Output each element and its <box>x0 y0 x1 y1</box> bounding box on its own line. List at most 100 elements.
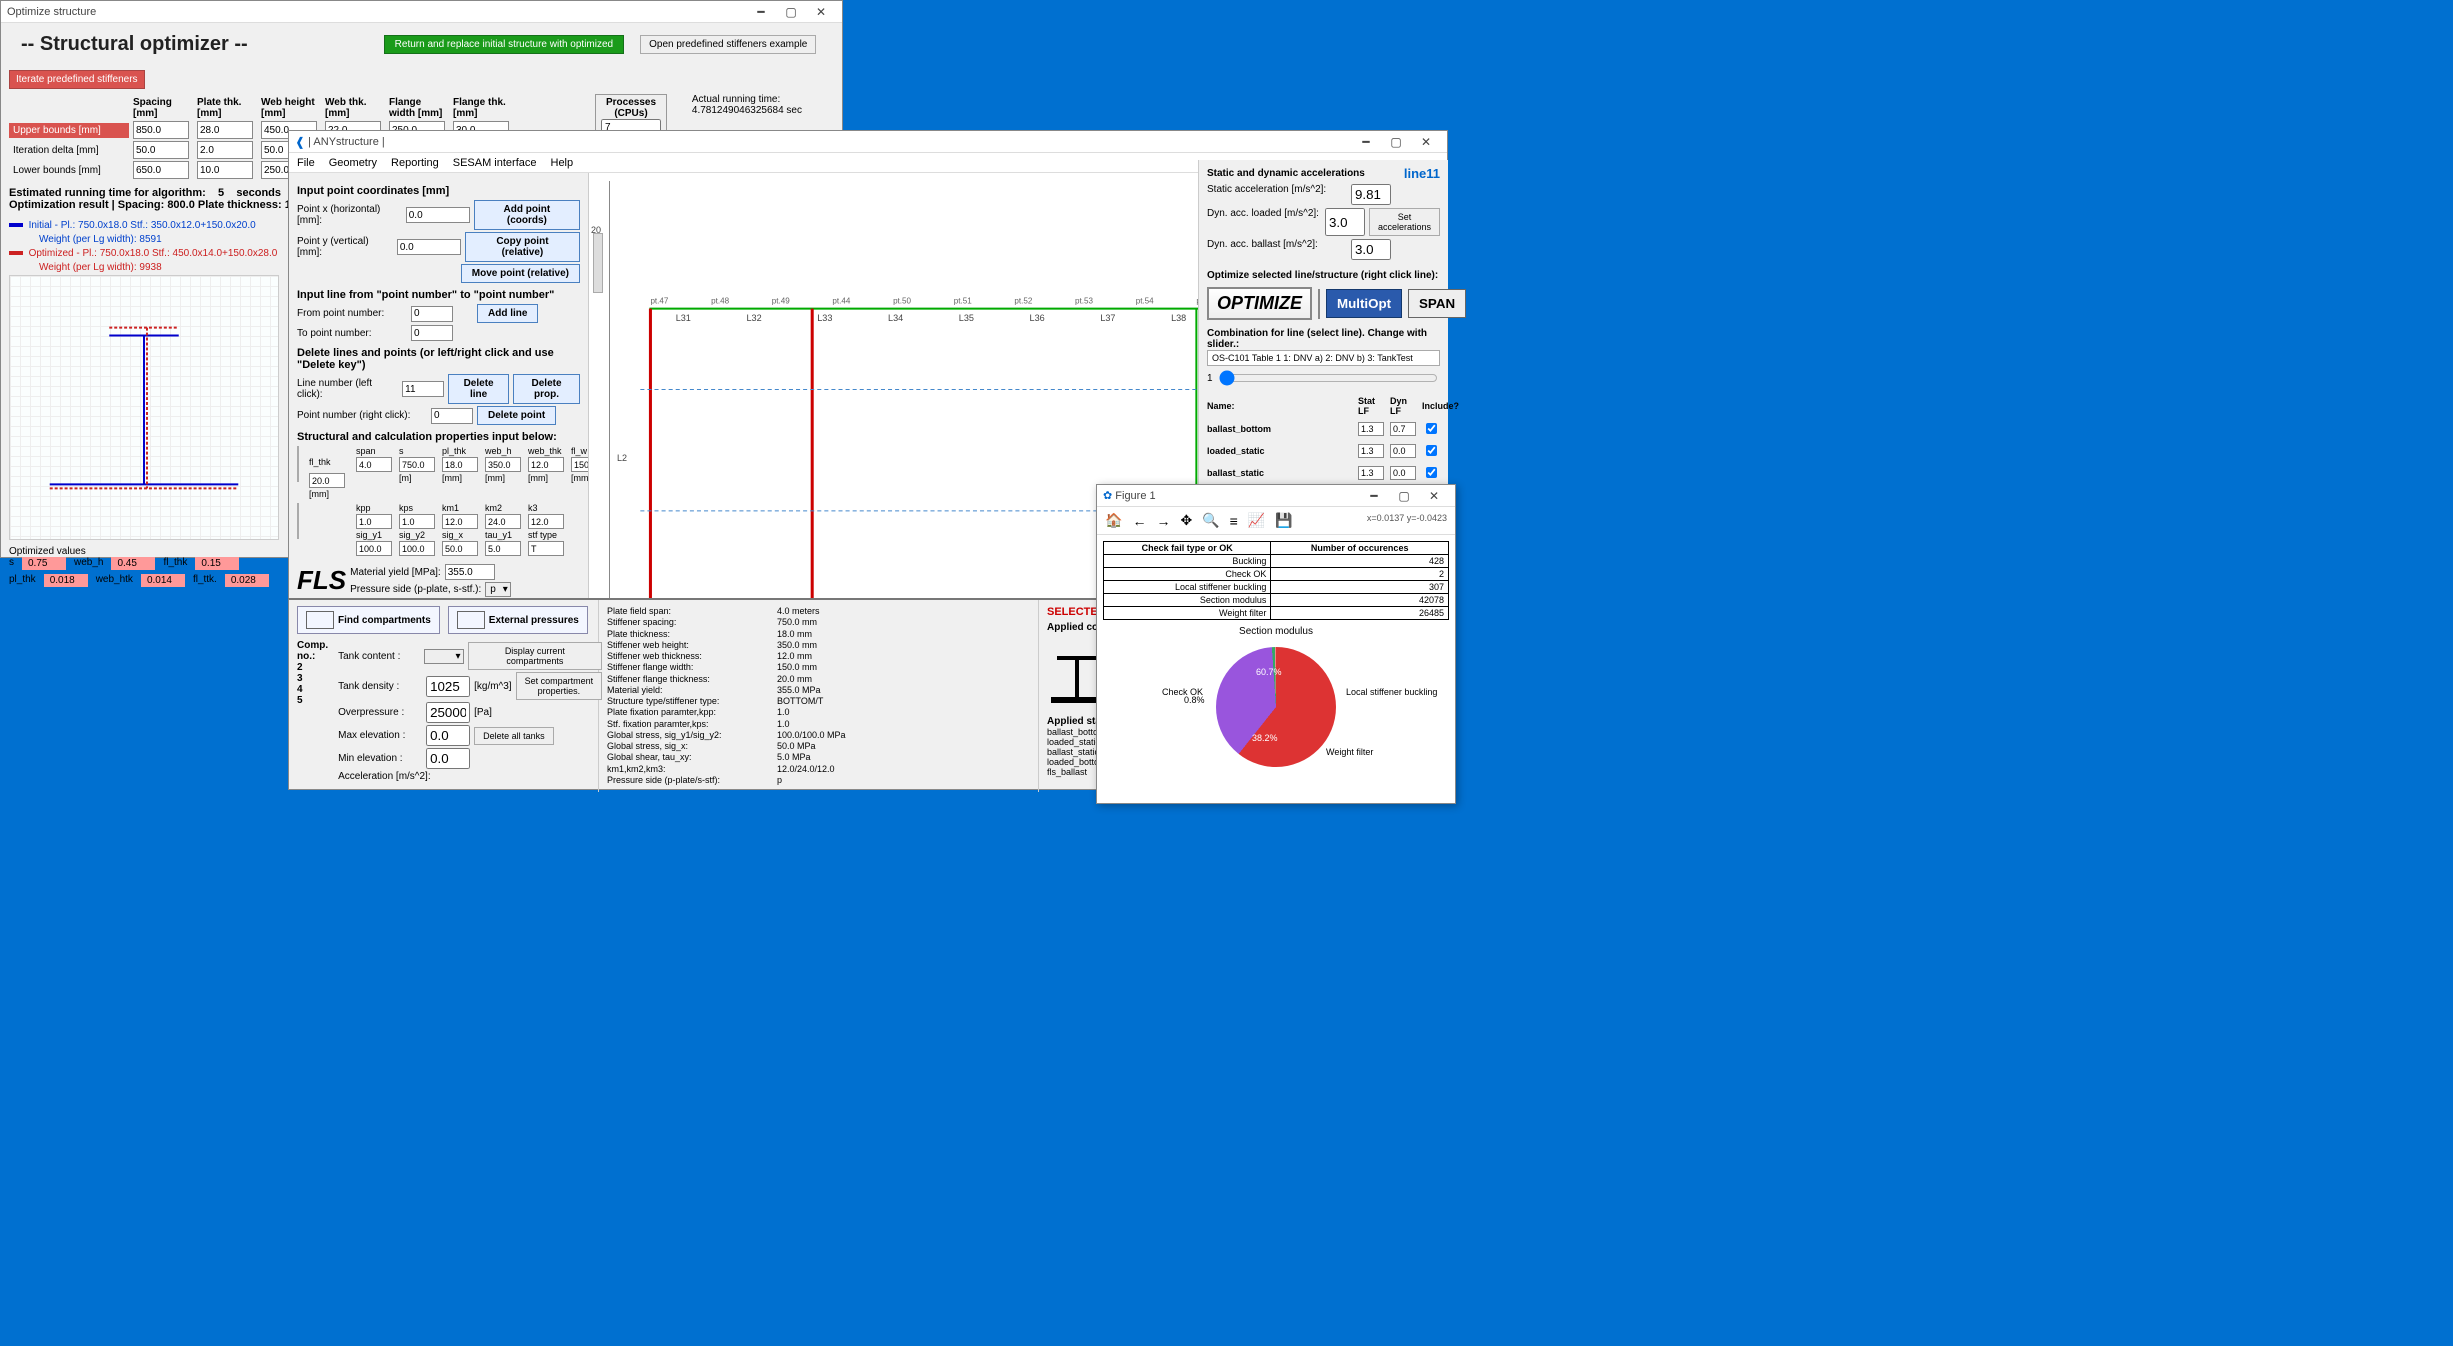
prop-km1[interactable] <box>442 514 478 529</box>
svg-text:L36: L36 <box>1030 313 1045 323</box>
prop-k3[interactable] <box>528 514 564 529</box>
optimize-button[interactable]: OPTIMIZE <box>1207 287 1312 320</box>
prop-span[interactable] <box>356 457 392 472</box>
span-button[interactable]: SPAN <box>1408 289 1466 318</box>
vertical-slider[interactable] <box>593 233 603 293</box>
prop-tauy1[interactable] <box>485 541 521 556</box>
minimize-icon[interactable]: ━ <box>1359 486 1389 506</box>
dyn-lf-input[interactable] <box>1390 444 1416 458</box>
compartment-item[interactable]: 2 <box>297 662 328 673</box>
prop-plthk[interactable] <box>442 457 478 472</box>
stat-lf-input[interactable] <box>1358 422 1384 436</box>
tank-density-input[interactable] <box>426 676 470 697</box>
lower-plate-thk[interactable] <box>197 161 253 179</box>
dyn-load-input[interactable] <box>1325 208 1365 236</box>
multiopt-button[interactable]: MultiOpt <box>1326 289 1402 318</box>
stat-lf-input[interactable] <box>1358 466 1384 480</box>
zoom-icon[interactable]: 🔍 <box>1202 512 1219 529</box>
prop-webh[interactable] <box>485 457 521 472</box>
pressure-side-dropdown[interactable]: p <box>485 582 511 597</box>
minimize-icon[interactable]: ━ <box>1351 132 1381 152</box>
move-point-button[interactable]: Move point (relative) <box>461 264 580 283</box>
back-icon[interactable]: ← <box>1132 513 1146 529</box>
display-compartments-button[interactable]: Display current compartments <box>468 642 603 670</box>
stat-lf-input[interactable] <box>1358 444 1384 458</box>
configure-icon[interactable]: ≡ <box>1230 513 1238 529</box>
prop-sigx[interactable] <box>442 541 478 556</box>
from-point-input[interactable] <box>411 306 453 322</box>
feather-icon: ❰ <box>295 135 305 149</box>
optimizer-titlebar: Optimize structure ━ ▢ ✕ <box>1 1 842 23</box>
lower-spacing[interactable] <box>133 161 189 179</box>
external-pressures-button[interactable]: External pressures <box>448 606 588 634</box>
include-checkbox[interactable] <box>1426 444 1437 457</box>
add-line-button[interactable]: Add line <box>477 304 538 323</box>
prop-flw[interactable] <box>571 457 589 472</box>
home-icon[interactable]: 🏠 <box>1105 512 1122 529</box>
maximize-icon[interactable]: ▢ <box>1389 486 1419 506</box>
set-compartment-props-button[interactable]: Set compartment properties. <box>516 672 603 700</box>
include-checkbox[interactable] <box>1426 466 1437 479</box>
static-acc-input[interactable] <box>1351 184 1391 205</box>
point-x-input[interactable] <box>406 207 470 223</box>
max-elev-input[interactable] <box>426 725 470 746</box>
delta-plate-thk[interactable] <box>197 141 253 159</box>
delete-prop-button[interactable]: Delete prop. <box>513 374 580 404</box>
prop-kps[interactable] <box>399 514 435 529</box>
prop-sigy1[interactable] <box>356 541 392 556</box>
compartment-item[interactable]: 3 <box>297 673 328 684</box>
delta-spacing[interactable] <box>133 141 189 159</box>
prop-stftype[interactable] <box>528 541 564 556</box>
upper-spacing[interactable] <box>133 121 189 139</box>
open-example-button[interactable]: Open predefined stiffeners example <box>640 35 816 54</box>
prop-s[interactable] <box>399 457 435 472</box>
delete-point-button[interactable]: Delete point <box>477 406 556 425</box>
compartment-item[interactable]: 4 <box>297 684 328 695</box>
delete-line-button[interactable]: Delete line <box>448 374 509 404</box>
menu-geometry[interactable]: Geometry <box>329 157 377 169</box>
iterate-stiffeners-button[interactable]: Iterate predefined stiffeners <box>9 70 145 89</box>
save-icon[interactable]: 💾 <box>1275 512 1292 529</box>
find-compartments-button[interactable]: Find compartments <box>297 606 440 634</box>
upper-plate-thk[interactable] <box>197 121 253 139</box>
dyn-lf-input[interactable] <box>1390 422 1416 436</box>
maximize-icon[interactable]: ▢ <box>1381 132 1411 152</box>
minimize-icon[interactable]: ━ <box>746 2 776 22</box>
overpressure-input[interactable] <box>426 702 470 723</box>
maximize-icon[interactable]: ▢ <box>776 2 806 22</box>
pan-icon[interactable]: ✥ <box>1180 512 1192 529</box>
compartment-item[interactable]: 5 <box>297 695 328 706</box>
include-checkbox[interactable] <box>1426 422 1437 435</box>
point-number-input[interactable] <box>431 408 473 424</box>
line-number-input[interactable] <box>402 381 444 397</box>
add-point-button[interactable]: Add point (coords) <box>474 200 580 230</box>
load-case-row: loaded_static <box>1207 441 1440 460</box>
combo-slider[interactable] <box>1219 370 1438 386</box>
close-icon[interactable]: ✕ <box>1419 486 1449 506</box>
to-point-input[interactable] <box>411 325 453 341</box>
prop-sigy2[interactable] <box>399 541 435 556</box>
menu-help[interactable]: Help <box>551 157 574 169</box>
min-elev-input[interactable] <box>426 748 470 769</box>
close-icon[interactable]: ✕ <box>1411 132 1441 152</box>
delete-all-tanks-button[interactable]: Delete all tanks <box>474 727 554 745</box>
compartment-list[interactable]: 2345 <box>297 662 328 706</box>
dyn-lf-input[interactable] <box>1390 466 1416 480</box>
prop-webthk[interactable] <box>528 457 564 472</box>
prop-flthk[interactable] <box>309 473 345 488</box>
prop-km2[interactable] <box>485 514 521 529</box>
set-accelerations-button[interactable]: Set accelerations <box>1369 208 1440 236</box>
forward-icon[interactable]: → <box>1156 513 1170 529</box>
menu-sesam[interactable]: SESAM interface <box>453 157 537 169</box>
edit-icon[interactable]: 📈 <box>1248 512 1265 529</box>
dyn-ballast-input[interactable] <box>1351 239 1391 260</box>
menu-reporting[interactable]: Reporting <box>391 157 439 169</box>
menu-file[interactable]: File <box>297 157 315 169</box>
point-y-input[interactable] <box>397 239 461 255</box>
prop-kpp[interactable] <box>356 514 392 529</box>
mat-yield-input[interactable] <box>445 564 495 580</box>
copy-point-button[interactable]: Copy point (relative) <box>465 232 580 262</box>
return-replace-button[interactable]: Return and replace initial structure wit… <box>384 35 624 54</box>
tank-content-dropdown[interactable] <box>424 649 464 664</box>
close-icon[interactable]: ✕ <box>806 2 836 22</box>
